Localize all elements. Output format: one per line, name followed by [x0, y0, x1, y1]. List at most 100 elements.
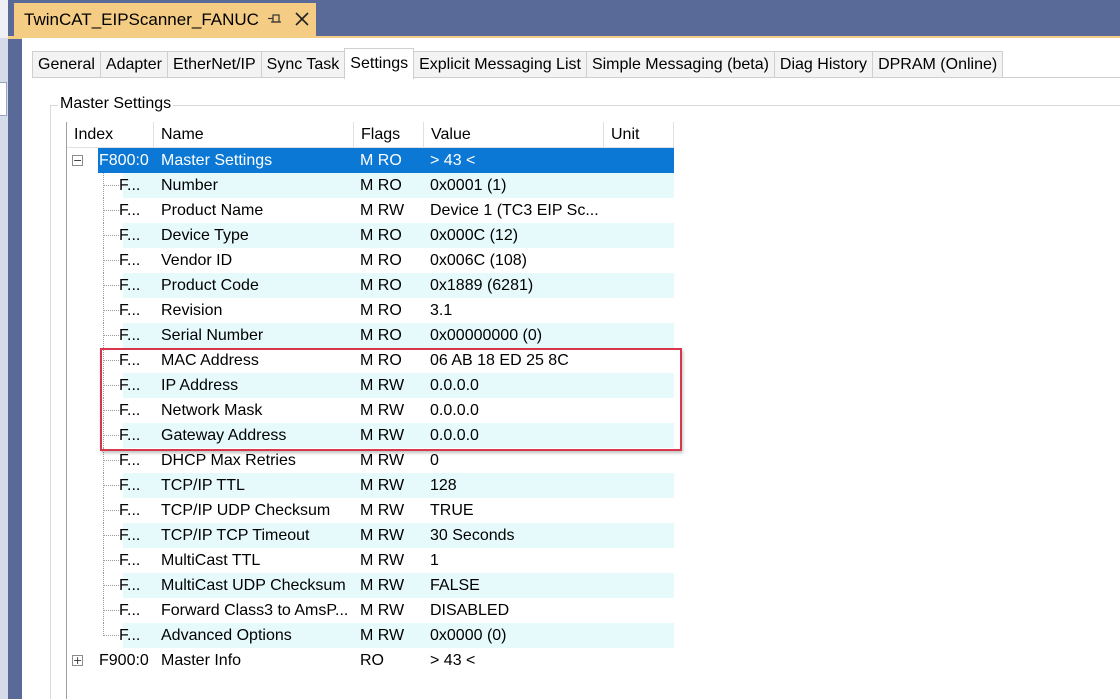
table-row[interactable]: F... MultiCast TTL M RW 1 — [67, 548, 674, 573]
table-row-master-info[interactable]: + F900:0 Master Info RO > 43 < — [67, 648, 674, 673]
row-flags: M RW — [360, 476, 405, 494]
row-flags: M RO — [360, 351, 402, 369]
row-flags: M RW — [360, 426, 405, 444]
row-flags: M RW — [360, 626, 405, 644]
column-header-value[interactable]: Value — [424, 122, 604, 148]
table-row[interactable]: F... Revision M RO 3.1 — [67, 298, 674, 323]
table-row[interactable]: F... Forward Class3 to AmsP... M RW DISABLE… — [67, 598, 674, 623]
collapse-icon[interactable]: − — [72, 155, 83, 166]
row-flags: M RO — [360, 301, 402, 319]
column-header-index[interactable]: Index — [67, 122, 154, 148]
row-index: F800:0 — [99, 151, 149, 169]
row-name: Forward Class3 to AmsP... — [161, 601, 349, 619]
row-value: 0.0.0.0 — [430, 376, 479, 394]
table-row[interactable]: F... Vendor ID M RO 0x006C (108) — [67, 248, 674, 273]
row-name: Product Name — [161, 201, 264, 219]
table-row[interactable]: F... Gateway Address M RW 0.0.0.0 — [67, 423, 674, 448]
row-index: F... — [119, 626, 141, 644]
row-flags: M RW — [360, 501, 405, 519]
tab-general[interactable]: General — [32, 51, 101, 78]
table-row[interactable]: F... IP Address M RW 0.0.0.0 — [67, 373, 674, 398]
row-index: F... — [119, 576, 141, 594]
row-index: F... — [119, 376, 141, 394]
tab-dpram-online[interactable]: DPRAM (Online) — [872, 51, 1004, 78]
tab-ethernet-ip[interactable]: EtherNet/IP — [166, 51, 262, 78]
row-name: Serial Number — [161, 326, 264, 344]
row-flags: M RO — [360, 226, 402, 244]
row-flags: M RW — [360, 401, 405, 419]
row-name: MAC Address — [161, 351, 259, 369]
tab-simple-messaging-beta[interactable]: Simple Messaging (beta) — [585, 51, 775, 78]
row-name: Vendor ID — [161, 251, 233, 269]
row-value: 0x006C (108) — [430, 251, 527, 269]
tab-diag-history[interactable]: Diag History — [773, 51, 874, 78]
pin-icon[interactable] — [262, 13, 288, 28]
table-row[interactable]: F... TCP/IP UDP Checksum M RW TRUE — [67, 498, 674, 523]
table-row[interactable]: F... Serial Number M RO 0x00000000 (0) — [67, 323, 674, 348]
row-flags: M RO — [360, 251, 402, 269]
row-flags: M RO — [360, 151, 402, 169]
group-label: Master Settings — [58, 95, 174, 113]
table-row[interactable]: F... Product Code M RO 0x1889 (6281) — [67, 273, 674, 298]
document-tab[interactable]: TwinCAT_EIPScanner_FANUC — [14, 3, 316, 37]
row-name: Number — [161, 176, 218, 194]
row-index: F... — [119, 526, 141, 544]
table-row[interactable]: F... TCP/IP TTL M RW 128 — [67, 473, 674, 498]
row-name: MultiCast TTL — [161, 551, 261, 569]
row-flags: RO — [360, 651, 384, 669]
row-index: F... — [119, 551, 141, 569]
table-row[interactable]: F... Device Type M RO 0x000C (12) — [67, 223, 674, 248]
table-row[interactable]: F... MAC Address M RO 06 AB 18 ED 25 8C — [67, 348, 674, 373]
row-name: Advanced Options — [161, 626, 292, 644]
row-flags: M RW — [360, 551, 405, 569]
row-value: FALSE — [430, 576, 480, 594]
column-header-name[interactable]: Name — [154, 122, 354, 148]
row-name: IP Address — [161, 376, 239, 394]
row-index: F... — [119, 601, 141, 619]
table-row[interactable]: F... Product Name M RW Device 1 (TC3 EIP Sc… — [67, 198, 674, 223]
table-row[interactable]: F... MultiCast UDP Checksum M RW FALSE — [67, 573, 674, 598]
row-name: Product Code — [161, 276, 259, 294]
row-flags: M RW — [360, 451, 405, 469]
row-flags: M RO — [360, 176, 402, 194]
close-icon[interactable] — [288, 9, 316, 32]
row-name: TCP/IP TTL — [161, 476, 245, 494]
row-value: 0 — [430, 451, 439, 469]
tab-sync-task[interactable]: Sync Task — [260, 51, 346, 78]
row-value: > 43 < — [430, 651, 476, 669]
row-index: F... — [119, 501, 141, 519]
row-value: Device 1 (TC3 EIP Sc... — [430, 201, 599, 219]
column-header-unit[interactable]: Unit — [604, 122, 674, 148]
row-value: 1 — [430, 551, 439, 569]
row-name: Master Info — [161, 651, 242, 669]
row-flags: M RO — [360, 276, 402, 294]
expand-icon[interactable]: + — [72, 655, 83, 666]
row-value: DISABLED — [430, 601, 510, 619]
left-window-strip — [0, 0, 8, 699]
row-flags: M RW — [360, 201, 405, 219]
table-row[interactable]: F... Advanced Options M RW 0x0000 (0) — [67, 623, 674, 648]
column-header-flags[interactable]: Flags — [354, 122, 424, 148]
row-index: F... — [119, 476, 141, 494]
row-index: F... — [119, 401, 141, 419]
row-value: 0.0.0.0 — [430, 401, 479, 419]
tree-expander-cell: + — [67, 648, 98, 673]
child-rows: F... Number M RO 0x0001 (1) F... Product Name… — [67, 173, 674, 648]
row-value: > 43 < — [430, 151, 476, 169]
document-tab-title[interactable]: TwinCAT_EIPScanner_FANUC — [14, 10, 262, 30]
row-name: Network Mask — [161, 401, 263, 419]
table-row-master-settings[interactable]: − F800:0 Master Settings M RO > 43 < — [67, 148, 674, 173]
table-row[interactable]: F... DHCP Max Retries M RW 0 — [67, 448, 674, 473]
settings-grid: Index Name Flags Value Unit − F800:0 Mas… — [66, 122, 674, 699]
row-value: 0x00000000 (0) — [430, 326, 543, 344]
row-index: F... — [119, 226, 141, 244]
table-row[interactable]: F... Number M RO 0x0001 (1) — [67, 173, 674, 198]
row-flags: M RW — [360, 526, 405, 544]
row-name: MultiCast UDP Checksum — [161, 576, 346, 594]
tab-settings[interactable]: Settings — [344, 48, 415, 79]
table-row[interactable]: F... Network Mask M RW 0.0.0.0 — [67, 398, 674, 423]
row-value: 0x0001 (1) — [430, 176, 507, 194]
table-row[interactable]: F... TCP/IP TCP Timeout M RW 30 Seconds — [67, 523, 674, 548]
tab-explicit-messaging-list[interactable]: Explicit Messaging List — [413, 51, 587, 78]
tab-adapter[interactable]: Adapter — [99, 51, 168, 78]
